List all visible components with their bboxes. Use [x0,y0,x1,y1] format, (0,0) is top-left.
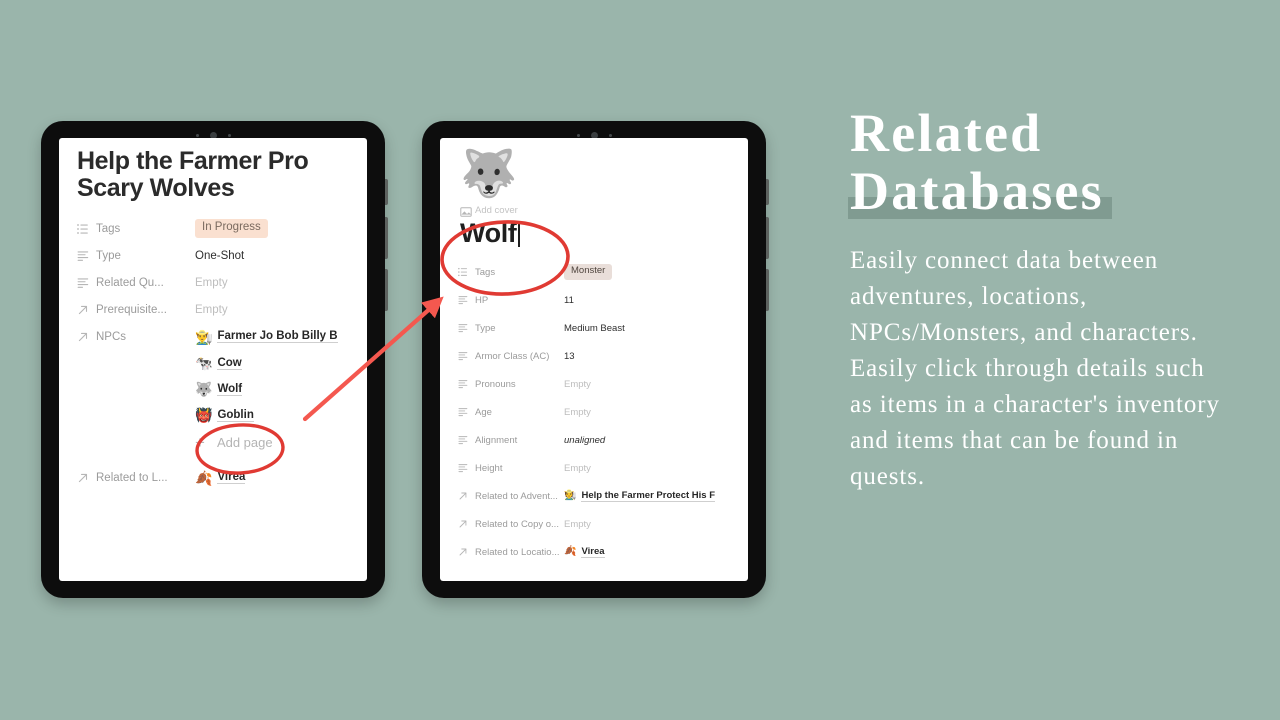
ellipse-highlight-wolf-row [195,423,285,475]
annotation-overlay [195,220,570,475]
arrow-wolf-row-to-wolf-page [302,296,444,422]
ellipse-highlight-wolf-title [440,220,570,296]
